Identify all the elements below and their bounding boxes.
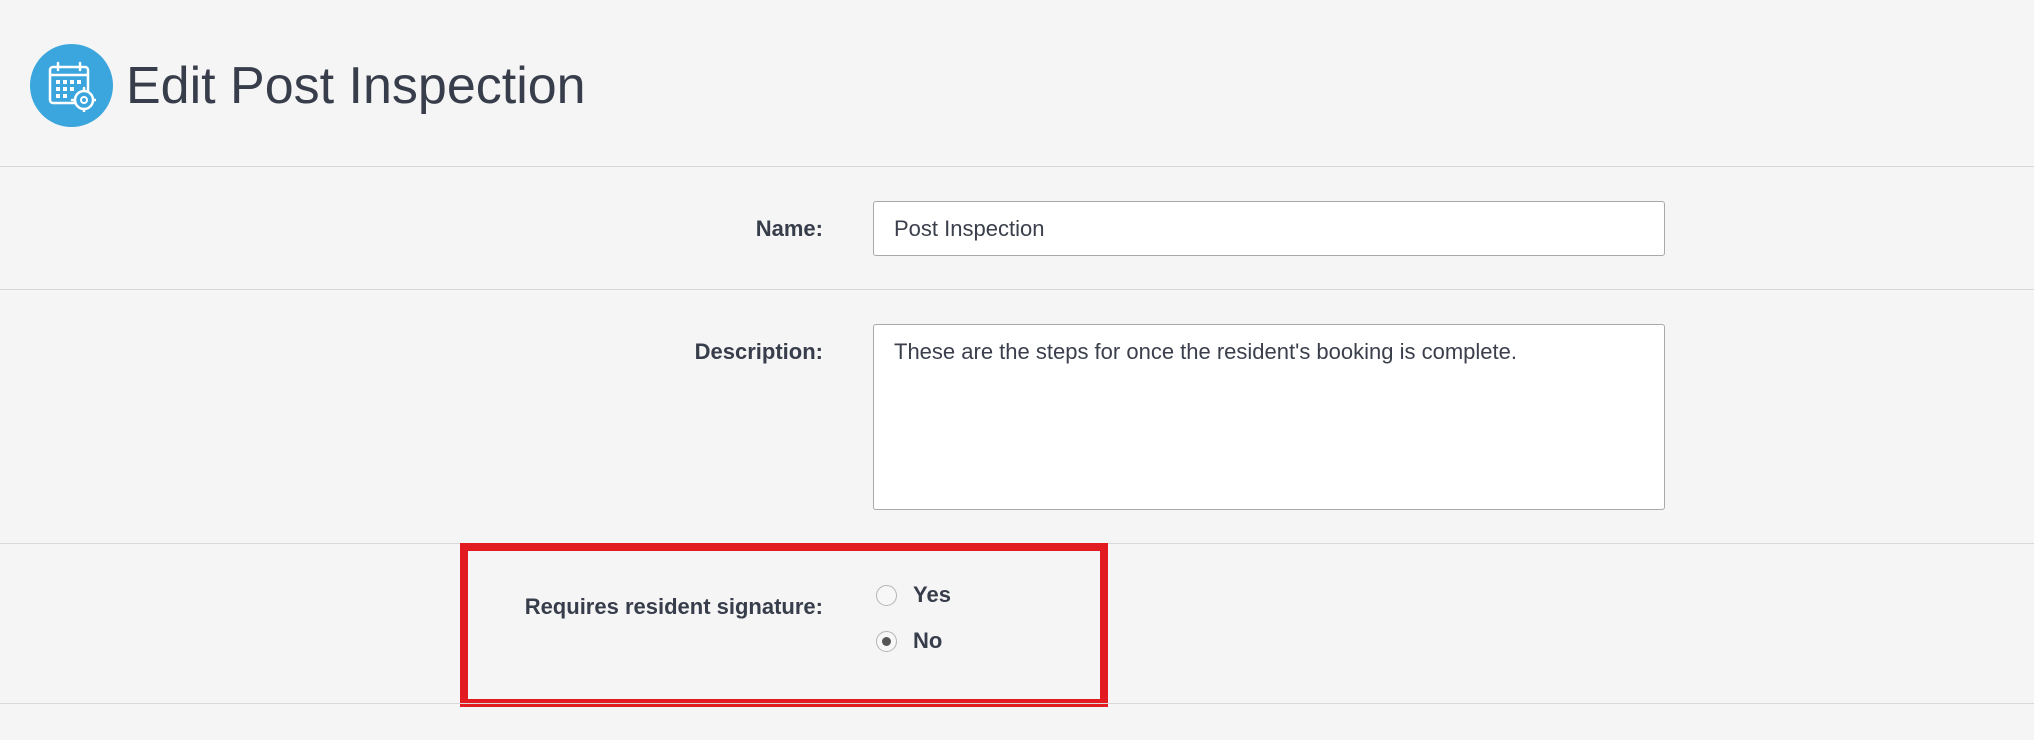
description-textarea[interactable]: These are the steps for once the residen… (873, 324, 1665, 510)
calendar-gear-icon (30, 44, 113, 127)
page-title: Edit Post Inspection (126, 57, 586, 115)
radio-yes-label[interactable]: Yes (913, 582, 951, 608)
signature-option-yes[interactable]: Yes (876, 580, 951, 610)
name-input[interactable] (873, 201, 1665, 256)
radio-yes[interactable] (876, 584, 897, 606)
radio-no[interactable] (876, 630, 897, 652)
radio-no-label[interactable]: No (913, 628, 942, 654)
divider (0, 289, 2034, 290)
description-label: Description: (694, 339, 823, 364)
signature-option-no[interactable]: No (876, 626, 942, 656)
page-header: Edit Post Inspection (0, 0, 2034, 166)
name-label: Name: (755, 216, 823, 241)
divider (0, 166, 2034, 167)
divider (0, 703, 2034, 704)
signature-label: Requires resident signature: (524, 594, 823, 619)
highlight-box (460, 543, 1108, 707)
